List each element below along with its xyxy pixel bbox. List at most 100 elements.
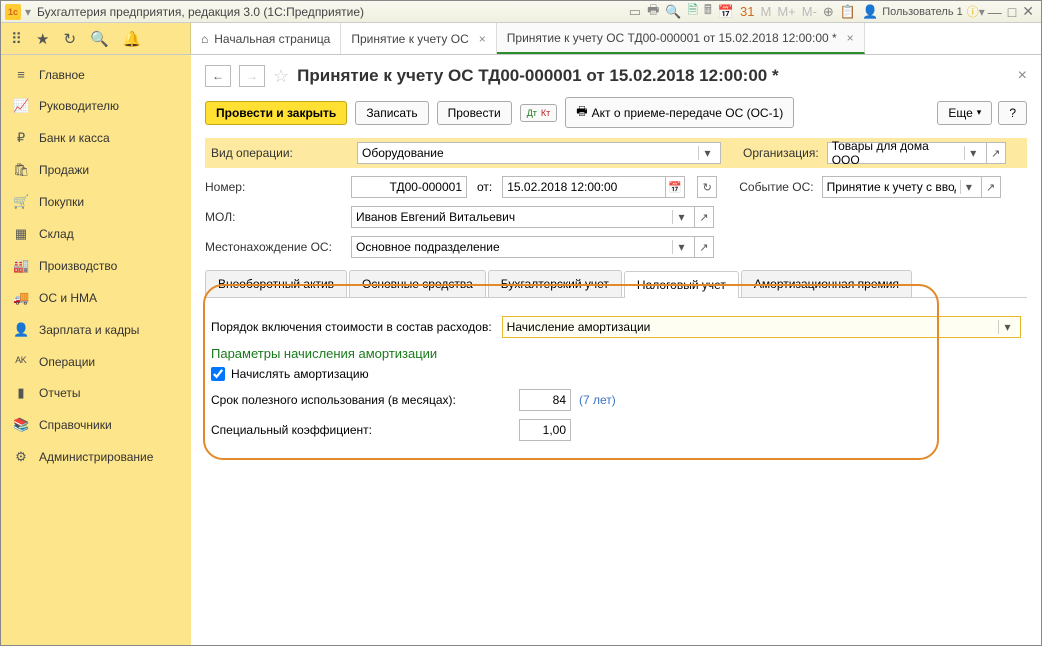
gear-icon: ⚙: [13, 449, 29, 465]
user-icon[interactable]: 👤: [862, 4, 878, 20]
sidebar-item-label: Зарплата и кадры: [39, 323, 139, 337]
nav-back-button[interactable]: ←: [205, 65, 231, 87]
dropdown-icon[interactable]: ▾: [25, 5, 31, 19]
open-ref-button[interactable]: ↗: [694, 236, 714, 258]
sidebar-item-reports[interactable]: ▮Отчеты: [1, 377, 191, 409]
calendar-icon[interactable]: 📅: [718, 4, 734, 20]
clipboard-icon[interactable]: 📋: [840, 4, 856, 20]
sidebar-item-label: Администрирование: [39, 450, 153, 464]
tab-noncurrent[interactable]: Внеоборотный актив: [205, 270, 347, 297]
num-input[interactable]: [351, 176, 467, 198]
print-akt-button[interactable]: 🖶 Акт о приеме-передаче ОС (ОС-1): [565, 97, 794, 128]
date-input[interactable]: [502, 176, 666, 198]
factory-icon: 🏭: [13, 258, 29, 274]
tab-tax-content: Порядок включения стоимости в состав рас…: [205, 306, 1027, 459]
maximize-button[interactable]: □: [1005, 4, 1019, 20]
dtkt-icon: ᴬᴷ: [13, 354, 29, 369]
minimize-button[interactable]: —: [985, 4, 1005, 20]
print-icon[interactable]: 🖶: [647, 1, 659, 23]
sidebar-item-stock[interactable]: ▦Склад: [1, 218, 191, 250]
doc-icon[interactable]: 🗎: [688, 1, 698, 23]
save-button[interactable]: Записать: [355, 101, 428, 125]
sidebar-item-os[interactable]: 🚚ОС и НМА: [1, 282, 191, 314]
sidebar-item-bank[interactable]: ₽Банк и касса: [1, 122, 191, 154]
event-label: Событие ОС:: [739, 180, 813, 194]
tab-os-list[interactable]: Принятие к учету ОС ×: [341, 23, 496, 54]
akt-label: Акт о приеме-передаче ОС (ОС-1): [592, 106, 784, 120]
star-icon[interactable]: ★: [36, 30, 49, 48]
dtkt-button[interactable]: ДтКт: [520, 104, 558, 122]
tab-accounting[interactable]: Бухгалтерский учет: [488, 270, 622, 297]
amort-checkbox-input[interactable]: [211, 367, 225, 381]
amort-checkbox[interactable]: Начислять амортизацию: [211, 367, 1021, 381]
quickbar: ⠿ ★ ↻ 🔍 🔔: [1, 23, 191, 54]
op-label: Вид операции:: [211, 146, 351, 160]
mol-value: Иванов Евгений Витальевич: [356, 210, 515, 224]
life-input[interactable]: [519, 389, 571, 411]
sidebar-item-label: ОС и НМА: [39, 291, 97, 305]
sidebar-item-admin[interactable]: ⚙ Администрирование: [1, 441, 191, 473]
sidebar-item-salary[interactable]: 👤Зарплата и кадры: [1, 314, 191, 346]
cost-select[interactable]: Начисление амортизации ▾: [502, 316, 1021, 338]
event-select[interactable]: Принятие к учету с вводо ▾: [822, 176, 982, 198]
calc-icon[interactable]: 🖩: [704, 1, 712, 23]
tab-amort-premium[interactable]: Амортизационная премия: [741, 270, 912, 297]
tab-fixed-assets[interactable]: Основные средства: [349, 270, 486, 297]
org-select[interactable]: Товары для дома ООО ▾: [827, 142, 987, 164]
sidebar-item-manager[interactable]: 📈Руководителю: [1, 90, 191, 122]
open-ref-button[interactable]: ↗: [986, 142, 1006, 164]
sidebar-item-production[interactable]: 🏭Производство: [1, 250, 191, 282]
more-button[interactable]: Еще▾: [937, 101, 992, 125]
sidebar-item-operations[interactable]: ᴬᴷОперации: [1, 346, 191, 377]
sidebar-item-sales[interactable]: 🛍Продажи: [1, 154, 191, 186]
zoom-icon[interactable]: ⊕: [823, 4, 834, 20]
printer-icon: 🖶: [576, 102, 587, 123]
m-plus-icon[interactable]: M+: [777, 4, 795, 19]
chevron-down-icon: ▾: [977, 107, 982, 118]
print-preview-icon[interactable]: ▭: [629, 4, 641, 20]
tab-home[interactable]: ⌂ Начальная страница: [191, 23, 341, 54]
coef-input[interactable]: [519, 419, 571, 441]
help-button[interactable]: ?: [998, 101, 1027, 125]
date-icon[interactable]: 31: [740, 4, 754, 19]
tab-os-list-label: Принятие к учету ОС: [351, 32, 468, 46]
sidebar-item-label: Руководителю: [39, 99, 119, 113]
sidebar-item-purchases[interactable]: 🛒Покупки: [1, 186, 191, 218]
nav-forward-button[interactable]: →: [239, 65, 265, 87]
page-close-button[interactable]: ×: [1018, 67, 1027, 85]
open-ref-button[interactable]: ↗: [694, 206, 714, 228]
tab-os-doc[interactable]: Принятие к учету ОС ТД00-000001 от 15.02…: [497, 23, 865, 54]
m-minus-icon[interactable]: M-: [802, 4, 817, 19]
refresh-icon[interactable]: ↻: [697, 176, 717, 198]
menu-icon: ≡: [13, 67, 29, 82]
loc-label: Местонахождение ОС:: [205, 240, 345, 254]
open-ref-button[interactable]: ↗: [981, 176, 1001, 198]
chevron-down-icon: ▾: [964, 146, 982, 160]
search-icon[interactable]: 🔍: [665, 4, 681, 20]
info-icon[interactable]: ⓘ: [967, 3, 979, 20]
num-label: Номер:: [205, 180, 345, 194]
m-icon[interactable]: M: [760, 4, 771, 19]
current-user[interactable]: Пользователь 1: [882, 6, 963, 18]
loc-select[interactable]: Основное подразделение ▾: [351, 236, 695, 258]
post-button[interactable]: Провести: [437, 101, 512, 125]
sidebar-item-main[interactable]: ≡Главное: [1, 59, 191, 90]
page-title: Принятие к учету ОС ТД00-000001 от 15.02…: [297, 66, 778, 86]
tab-close-icon[interactable]: ×: [847, 31, 854, 45]
favorite-icon[interactable]: ☆: [273, 66, 289, 87]
op-select[interactable]: Оборудование ▾: [357, 142, 721, 164]
amort-section-title: Параметры начисления амортизации: [211, 346, 1021, 361]
post-and-close-button[interactable]: Провести и закрыть: [205, 101, 347, 125]
tab-tax[interactable]: Налоговый учет: [624, 271, 739, 298]
search-icon[interactable]: 🔍: [90, 30, 109, 48]
calendar-icon[interactable]: 📅: [665, 176, 685, 198]
mol-select[interactable]: Иванов Евгений Витальевич ▾: [351, 206, 695, 228]
tab-close-icon[interactable]: ×: [479, 32, 486, 46]
bars-icon: ▮: [13, 385, 29, 401]
bell-icon[interactable]: 🔔: [123, 30, 142, 48]
apps-icon[interactable]: ⠿: [11, 30, 22, 48]
sidebar-item-refs[interactable]: 📚Справочники: [1, 409, 191, 441]
history-icon[interactable]: ↻: [63, 30, 76, 48]
close-button[interactable]: ✕: [1019, 3, 1037, 20]
sidebar-item-label: Продажи: [39, 163, 89, 177]
